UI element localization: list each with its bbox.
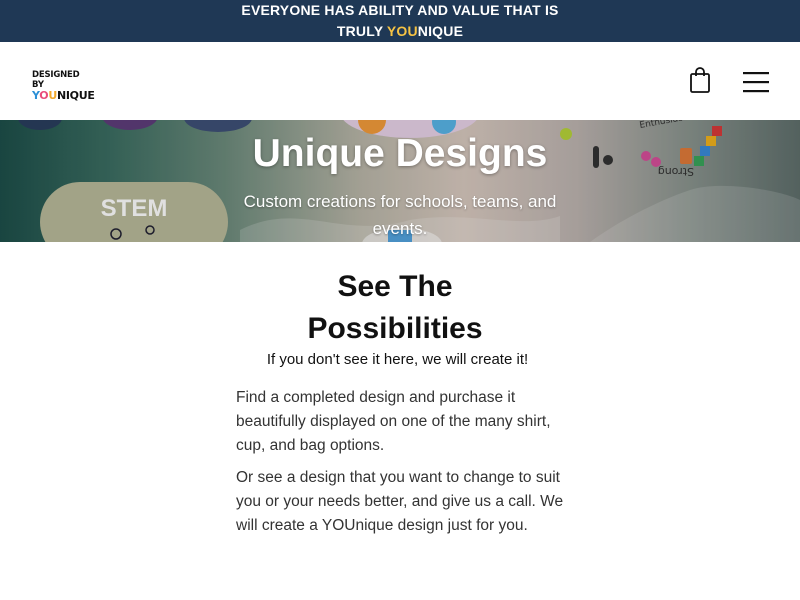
hero-banner: STEM Enthusiastic Strong Unique Designs …	[0, 120, 800, 242]
logo-line-2: YOUNIQUE	[32, 89, 95, 102]
logo-line-1: DESIGNED BY	[32, 70, 80, 90]
announcement-suffix: NIQUE	[417, 23, 464, 39]
announcement-line-1: EVERYONE HAS ABILITY AND VALUE THAT IS	[241, 2, 559, 18]
announcement-bar: EVERYONE HAS ABILITY AND VALUE THAT IS T…	[0, 0, 800, 42]
announcement-highlight: YOU	[386, 23, 418, 39]
site-header: DESIGNED BY YOUNIQUE	[0, 42, 800, 120]
menu-button[interactable]	[742, 70, 770, 94]
announcement-line-2: TRULY YOUNIQUE	[0, 21, 800, 42]
cart-button[interactable]	[688, 66, 712, 94]
section-subtitle: If you don't see it here, we will create…	[266, 351, 529, 368]
shopping-bag-icon	[690, 67, 710, 93]
paragraph-purchase: Find a completed design and purchase it …	[236, 389, 551, 454]
announcement-prefix: TRULY	[336, 23, 387, 39]
site-logo[interactable]: DESIGNED BY YOUNIQUE	[32, 70, 95, 102]
hero-title: Unique Designs	[252, 132, 548, 175]
hamburger-menu-icon	[743, 72, 769, 93]
logo-letter-u: U	[48, 89, 57, 102]
logo-rest: NIQUE	[56, 89, 95, 102]
paragraph-custom: Or see a design that you want to change …	[236, 469, 564, 534]
section-title: See The Possibilities	[307, 270, 483, 345]
logo-letter-o: O	[39, 89, 49, 102]
hero-subtitle: Custom creations for schools, teams, and…	[243, 192, 557, 238]
